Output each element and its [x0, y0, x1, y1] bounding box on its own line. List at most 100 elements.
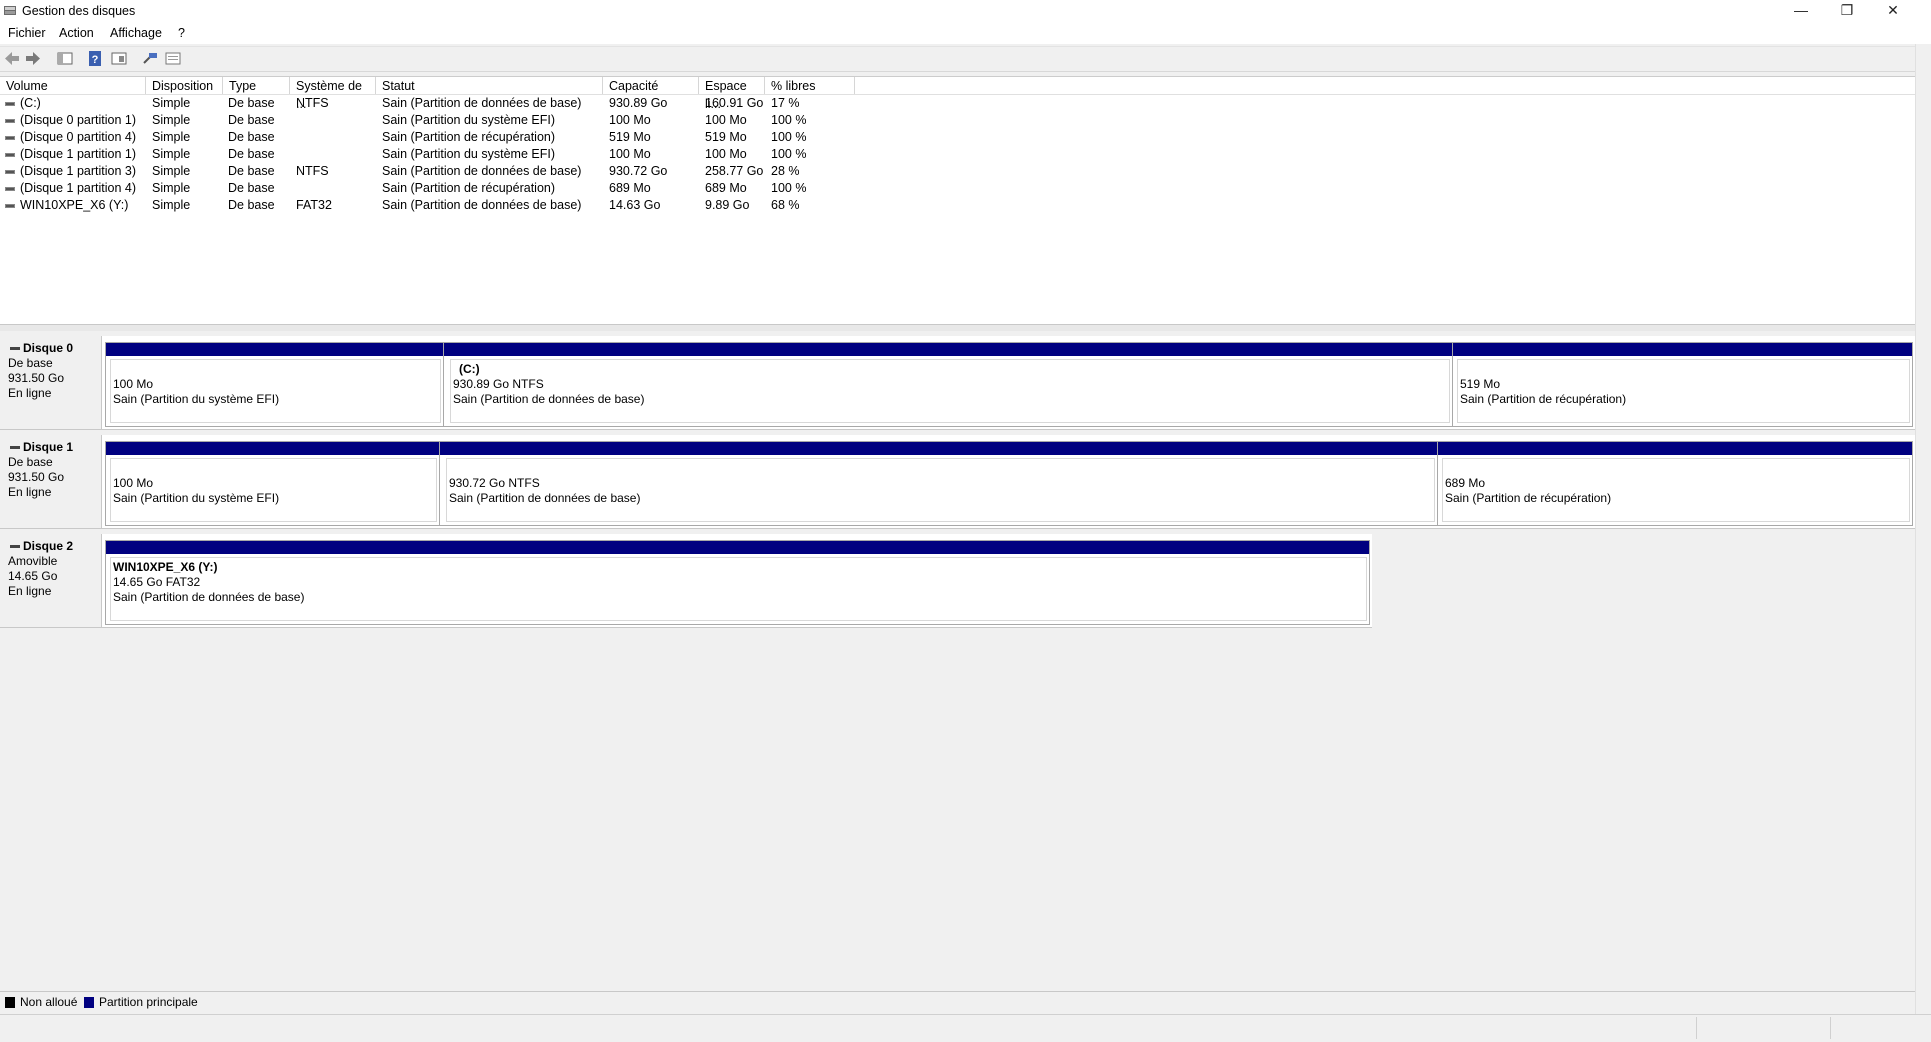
volume-capacity: 100 Mo: [609, 113, 651, 127]
refresh-icon[interactable]: [141, 50, 159, 67]
disk-state: En ligne: [8, 386, 52, 400]
volume-capacity: 14.63 Go: [609, 198, 661, 212]
menu-affichage[interactable]: Affichage: [108, 26, 164, 40]
window-title: Gestion des disques: [22, 4, 136, 18]
column-header-status[interactable]: Statut: [376, 77, 603, 94]
partition-block[interactable]: 100 Mo Sain (Partition du système EFI): [105, 342, 444, 427]
volume-filesystem: NTFS: [296, 96, 329, 110]
volume-icon: [5, 102, 15, 106]
disk-size: 931.50 Go: [8, 371, 65, 385]
status-separator: [1696, 1017, 1697, 1039]
vertical-scrollbar[interactable]: [1915, 44, 1931, 1014]
volume-type: De base: [228, 147, 275, 161]
volume-name: WIN10XPE_X6 (Y:): [20, 198, 129, 212]
volume-free-space: 258.77 Go: [705, 164, 764, 178]
restore-button[interactable]: ❐: [1824, 0, 1870, 22]
partition-status: Sain (Partition de récupération): [1460, 392, 1627, 406]
volume-row[interactable]: (Disque 1 partition 3) Simple De base NT…: [0, 163, 1915, 180]
help-icon[interactable]: ?: [86, 50, 104, 67]
disk-label[interactable]: Disque 2 Amovible 14.65 Go En ligne: [0, 534, 102, 628]
volume-disposition: Simple: [152, 181, 191, 195]
volume-percent-free: 100 %: [771, 130, 807, 144]
volume-free-space: 160.91 Go: [705, 96, 764, 110]
volume-type: De base: [228, 130, 275, 144]
volume-type: De base: [228, 96, 275, 110]
volume-row[interactable]: (Disque 1 partition 1) Simple De base Sa…: [0, 146, 1915, 163]
partition-block[interactable]: WIN10XPE_X6 (Y:) 14.65 Go FAT32 Sain (Pa…: [105, 540, 1370, 625]
column-header-capacity[interactable]: Capacité: [603, 77, 699, 94]
partition-status: Sain (Partition du système EFI): [113, 392, 280, 406]
volume-free-space: 689 Mo: [705, 181, 747, 195]
volume-row[interactable]: (Disque 0 partition 4) Simple De base Sa…: [0, 129, 1915, 146]
partition-block[interactable]: (C:) 930.89 Go NTFS Sain (Partition de d…: [443, 342, 1453, 427]
partition-block[interactable]: 100 Mo Sain (Partition du système EFI): [105, 441, 440, 526]
legend-primary: Partition principale: [99, 995, 198, 1009]
partition-status: Sain (Partition de données de base): [449, 491, 641, 505]
partition-status: Sain (Partition de données de base): [453, 392, 645, 406]
disk-label[interactable]: Disque 0 De base 931.50 Go En ligne: [0, 336, 102, 430]
volume-type: De base: [228, 198, 275, 212]
volume-capacity: 930.89 Go: [609, 96, 668, 110]
minimize-button[interactable]: —: [1778, 0, 1824, 22]
volume-row[interactable]: (Disque 0 partition 1) Simple De base Sa…: [0, 112, 1915, 129]
volume-type: De base: [228, 181, 275, 195]
title-bar: Gestion des disques — ❐ ✕: [0, 0, 1931, 22]
column-header-free-space[interactable]: Espace li...: [699, 77, 765, 111]
volume-percent-free: 100 %: [771, 113, 807, 127]
partition-size: 930.89 Go NTFS: [453, 377, 544, 391]
volume-name: (Disque 1 partition 3): [20, 164, 137, 178]
column-header-disposition[interactable]: Disposition: [146, 77, 223, 94]
partition-bar: [106, 343, 443, 356]
unallocated-swatch: [5, 997, 15, 1008]
menu-help[interactable]: ?: [176, 26, 187, 40]
partition-block[interactable]: 689 Mo Sain (Partition de récupération): [1437, 441, 1913, 526]
status-separator: [1830, 1017, 1831, 1039]
partition-block[interactable]: 930.72 Go NTFS Sain (Partition de donnée…: [439, 441, 1438, 526]
disk-state: En ligne: [8, 485, 52, 499]
partition-bar: [1453, 343, 1912, 356]
column-header-filesystem[interactable]: Système de ...: [290, 77, 376, 111]
volume-status: Sain (Partition du système EFI): [382, 147, 555, 161]
close-button[interactable]: ✕: [1870, 0, 1916, 22]
volume-row[interactable]: WIN10XPE_X6 (Y:) Simple De base FAT32 Sa…: [0, 197, 1915, 214]
svg-text:?: ?: [92, 54, 99, 66]
volume-free-space: 100 Mo: [705, 147, 747, 161]
volume-disposition: Simple: [152, 147, 191, 161]
menu-bar: Fichier Action Affichage ?: [0, 22, 1931, 44]
volume-percent-free: 100 %: [771, 181, 807, 195]
partition-size: 100 Mo: [113, 476, 154, 490]
forward-icon[interactable]: [24, 50, 42, 67]
volume-icon: [5, 187, 15, 191]
volume-row[interactable]: (C:) Simple De base NTFS Sain (Partition…: [0, 95, 1915, 112]
partition-status: Sain (Partition du système EFI): [113, 491, 280, 505]
disk-size: 931.50 Go: [8, 470, 65, 484]
menu-action[interactable]: Action: [57, 26, 96, 40]
toolbar: ?: [0, 46, 1931, 72]
properties-view-icon[interactable]: [110, 50, 128, 67]
partition-block[interactable]: 519 Mo Sain (Partition de récupération): [1452, 342, 1913, 427]
partition-bar: [1438, 442, 1912, 455]
volume-icon: [5, 153, 15, 157]
menu-fichier[interactable]: Fichier: [6, 26, 48, 40]
disk-partition-row: 100 Mo Sain (Partition du système EFI) (…: [102, 336, 1915, 430]
disk-label[interactable]: Disque 1 De base 931.50 Go En ligne: [0, 435, 102, 529]
volume-status: Sain (Partition de données de base): [382, 164, 582, 178]
volume-status: Sain (Partition de données de base): [382, 198, 582, 212]
volume-disposition: Simple: [152, 130, 191, 144]
disk-name: Disque 1: [23, 440, 74, 454]
partition-bar: [440, 442, 1437, 455]
partition-bar: [444, 343, 1452, 356]
volume-type: De base: [228, 164, 275, 178]
column-header-type[interactable]: Type: [223, 77, 290, 94]
column-header-percent-free[interactable]: % libres: [765, 77, 855, 94]
primary-partition-swatch: [84, 997, 94, 1008]
volume-disposition: Simple: [152, 164, 191, 178]
volume-disposition: Simple: [152, 96, 191, 110]
back-icon[interactable]: [3, 50, 21, 67]
list-view-icon[interactable]: [164, 50, 182, 67]
volume-row[interactable]: (Disque 1 partition 4) Simple De base Sa…: [0, 180, 1915, 197]
console-tree-icon[interactable]: [56, 50, 74, 67]
volume-capacity: 100 Mo: [609, 147, 651, 161]
volume-status: Sain (Partition du système EFI): [382, 113, 555, 127]
column-header-volume[interactable]: Volume: [0, 77, 146, 94]
